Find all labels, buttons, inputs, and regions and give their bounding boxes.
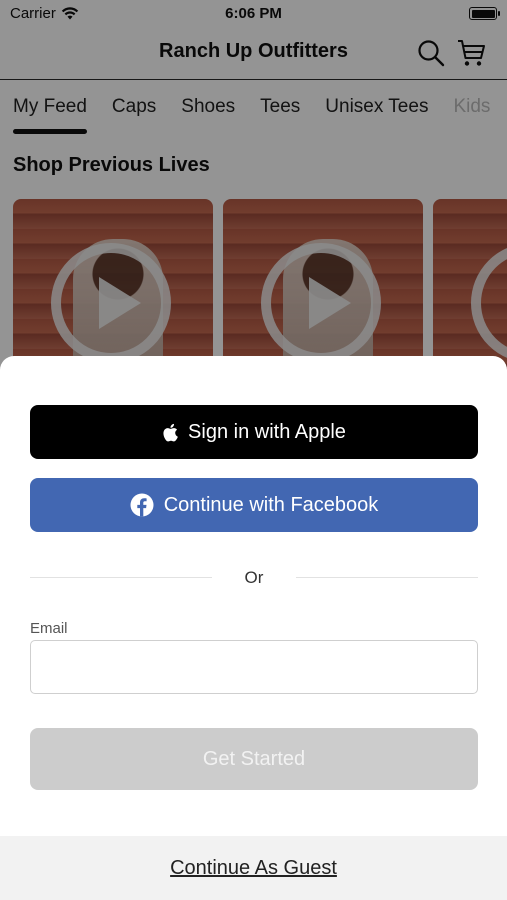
sign-in-sheet: Sign in with Apple Continue with Faceboo… <box>0 356 507 900</box>
email-field[interactable] <box>30 640 478 694</box>
or-divider: Or <box>30 566 478 590</box>
divider-line <box>296 577 478 578</box>
get-started-button[interactable]: Get Started <box>30 728 478 790</box>
email-label: Email <box>30 620 68 637</box>
continue-with-facebook-button[interactable]: Continue with Facebook <box>30 478 478 532</box>
get-started-label: Get Started <box>202 747 306 770</box>
facebook-logo-icon <box>130 493 154 517</box>
apple-logo-icon <box>163 423 178 441</box>
guest-bar: Continue As Guest <box>0 836 507 900</box>
or-label: Or <box>244 568 264 587</box>
facebook-button-label: Continue with Facebook <box>163 493 379 516</box>
sign-in-with-apple-button[interactable]: Sign in with Apple <box>30 405 478 459</box>
apple-button-label: Sign in with Apple <box>188 420 346 443</box>
continue-as-guest-link[interactable]: Continue As Guest <box>170 857 337 880</box>
